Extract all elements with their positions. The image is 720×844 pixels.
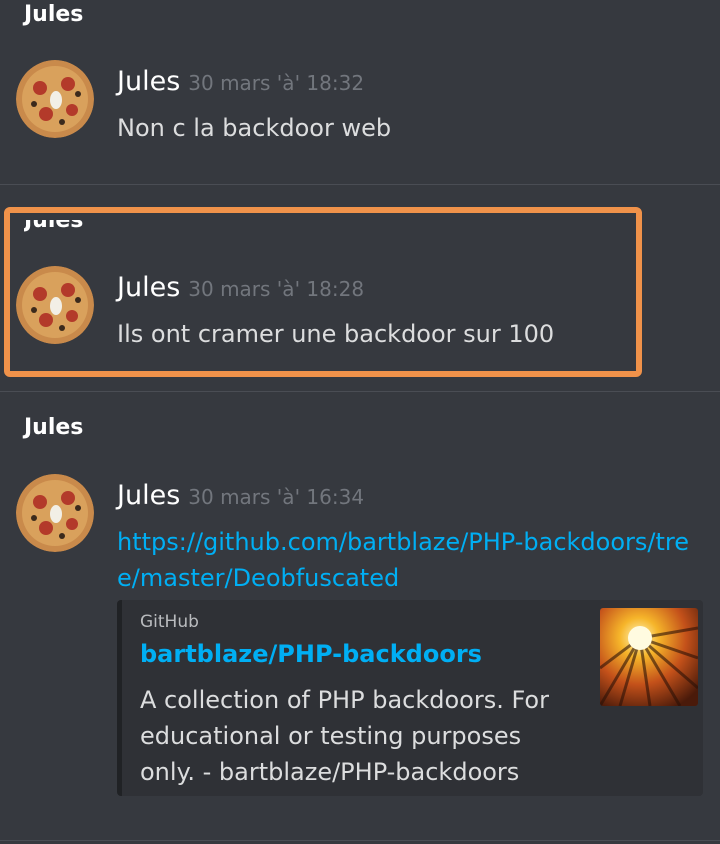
avatar[interactable] — [16, 474, 94, 552]
group-header: Jules — [24, 2, 84, 27]
message-author-line: Jules 30 mars 'à' 16:34 — [117, 480, 364, 511]
divider — [0, 391, 720, 392]
embed-provider[interactable]: GitHub — [140, 612, 199, 632]
avatar[interactable] — [16, 60, 94, 138]
divider — [0, 184, 720, 185]
embed-title[interactable]: bartblaze/PHP-backdoors — [140, 640, 482, 668]
message-link[interactable]: https://github.com/bartblaze/PHP-backdoo… — [117, 524, 697, 596]
message-text: Non c la backdoor web — [117, 114, 392, 142]
message-author-line: Jules 30 mars 'à' 18:32 — [117, 66, 364, 97]
author-name[interactable]: Jules — [117, 66, 180, 97]
sunburst-image[interactable] — [600, 608, 698, 706]
divider — [0, 840, 720, 841]
link-embed: GitHub bartblaze/PHP-backdoors A collect… — [117, 600, 703, 796]
message-timestamp: 30 mars 'à' 16:34 — [188, 485, 365, 509]
author-name[interactable]: Jules — [117, 480, 180, 511]
embed-description: A collection of PHP backdoors. For educa… — [140, 686, 549, 786]
highlight-annotation-box — [4, 207, 642, 377]
group-header: Jules — [24, 415, 84, 440]
message-timestamp: 30 mars 'à' 18:32 — [188, 71, 365, 95]
